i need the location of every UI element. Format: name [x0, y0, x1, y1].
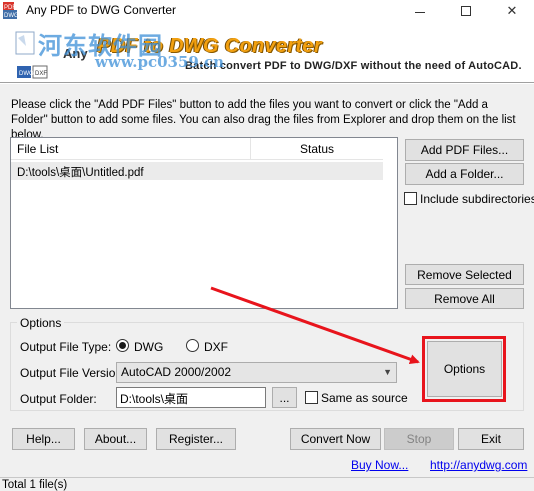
- table-row[interactable]: D:\tools\桌面\Untitled.pdf: [11, 162, 383, 180]
- output-file-version-select[interactable]: AutoCAD 2000/2002 ▼: [116, 362, 397, 383]
- window-title: Any PDF to DWG Converter: [26, 3, 177, 17]
- dwg-radio[interactable]: [116, 339, 129, 352]
- svg-text:PDF: PDF: [4, 5, 16, 11]
- output-file-version-label: Output File Version:: [20, 366, 126, 380]
- options-group-title: Options: [17, 316, 65, 330]
- app-icon: PDF DWG: [3, 2, 18, 19]
- file-list[interactable]: File List Status D:\tools\桌面\Untitled.pd…: [10, 137, 398, 309]
- close-button[interactable]: ✕: [489, 0, 534, 22]
- output-file-type-label: Output File Type:: [20, 340, 112, 354]
- exit-button[interactable]: Exit: [458, 428, 524, 450]
- minimize-button[interactable]: [397, 0, 443, 22]
- file-path-cell: D:\tools\桌面\Untitled.pdf: [17, 167, 144, 179]
- dwg-radio-label: DWG: [134, 340, 164, 354]
- banner-divider: [0, 82, 534, 84]
- chevron-down-icon: ▼: [383, 367, 392, 377]
- add-pdf-files-button[interactable]: Add PDF Files...: [405, 139, 524, 161]
- watermark-url: www.pc0359.cn: [95, 53, 225, 71]
- register-button[interactable]: Register...: [156, 428, 236, 450]
- include-subdirectories-label: Include subdirectories: [420, 192, 534, 206]
- about-button[interactable]: About...: [84, 428, 147, 450]
- minimize-icon: [415, 11, 425, 13]
- output-file-version-value: AutoCAD 2000/2002: [121, 365, 232, 379]
- close-icon: ✕: [506, 3, 518, 18]
- website-link[interactable]: http://anydwg.com: [430, 458, 527, 472]
- banner: DWG DXF Any PDF to DWG Converter Batch c…: [0, 22, 534, 82]
- banner-subtitle: Batch convert PDF to DWG/DXF without the…: [185, 60, 522, 72]
- remove-all-button[interactable]: Remove All: [405, 288, 524, 309]
- app-window: PDF DWG Any PDF to DWG Converter ✕ DWG D…: [0, 0, 534, 491]
- include-subdirectories-checkbox[interactable]: [404, 192, 417, 205]
- buy-now-link[interactable]: Buy Now...: [351, 458, 408, 472]
- maximize-icon: [461, 6, 471, 16]
- status-text: Total 1 file(s): [2, 479, 68, 491]
- same-as-source-checkbox[interactable]: [305, 391, 318, 404]
- column-header-status[interactable]: Status: [251, 138, 383, 160]
- dxf-radio-label: DXF: [204, 340, 228, 354]
- browse-folder-button[interactable]: ...: [272, 387, 297, 408]
- convert-now-button[interactable]: Convert Now: [290, 428, 381, 450]
- options-highlight-box: [422, 336, 506, 402]
- title-bar: PDF DWG Any PDF to DWG Converter ✕: [0, 0, 534, 22]
- svg-text:DWG: DWG: [4, 13, 18, 19]
- help-button[interactable]: Help...: [12, 428, 75, 450]
- add-folder-button[interactable]: Add a Folder...: [405, 163, 524, 185]
- output-folder-label: Output Folder:: [20, 392, 97, 406]
- status-bar: Total 1 file(s): [0, 477, 534, 491]
- stop-button[interactable]: Stop: [384, 428, 454, 450]
- remove-selected-button[interactable]: Remove Selected: [405, 264, 524, 285]
- svg-text:DXF: DXF: [35, 71, 47, 77]
- column-header-file-list[interactable]: File List: [11, 138, 251, 160]
- output-folder-value: D:\tools\桌面: [120, 392, 189, 406]
- svg-text:DWG: DWG: [19, 71, 34, 77]
- file-list-header: File List Status: [11, 138, 383, 160]
- output-folder-input[interactable]: D:\tools\桌面: [116, 387, 266, 408]
- same-as-source-label: Same as source: [321, 391, 408, 405]
- dxf-radio[interactable]: [186, 339, 199, 352]
- maximize-button[interactable]: [443, 0, 489, 22]
